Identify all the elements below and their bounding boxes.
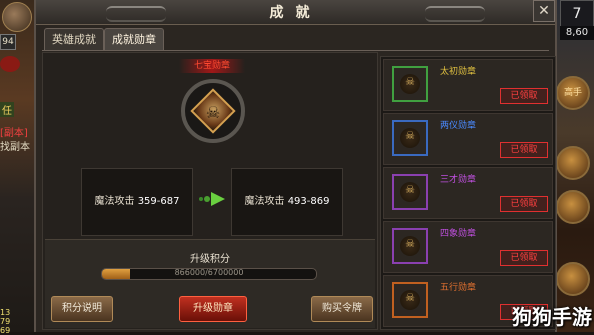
medal-detail: 七宝勋章 ☠ 魔法攻击 359-687 魔法攻击 493-869 升级积分 86… — [42, 52, 378, 330]
medal-status-badge: 已领取 — [500, 88, 548, 104]
skull-icon: ☠ — [405, 291, 415, 304]
achievement-panel: 成就 ✕ 英雄成就 成就勋章 七宝勋章 ☠ 魔法攻击 359-687 魔法攻击 … — [34, 0, 557, 332]
hp-orb-icon — [0, 56, 20, 72]
arrow-right-icon — [199, 192, 225, 206]
medal-status-badge: 已领取 — [500, 196, 548, 212]
current-stat-value: 359-687 — [137, 196, 180, 207]
skull-icon: ☠ — [405, 129, 415, 142]
fire-icon[interactable] — [556, 262, 590, 296]
medal-name: 三才勋章 — [440, 175, 477, 185]
find-copy-label[interactable]: 找副本 — [0, 138, 30, 153]
medal-title: 七宝勋章 — [179, 59, 245, 73]
medal-thumb-icon: ☠ — [392, 120, 428, 156]
watermark: 狗狗手游 — [512, 305, 592, 329]
medal-icon[interactable]: ☠ — [181, 79, 245, 143]
next-stat-value: 493-869 — [287, 196, 330, 207]
next-stat-label: 魔法攻击 — [244, 196, 285, 207]
medal-thumb-icon: ☠ — [392, 66, 428, 102]
upgrade-label: 升级积分 — [190, 254, 230, 265]
medal-name: 两仪勋章 — [440, 121, 477, 131]
skull-icon: ☠ — [405, 75, 415, 88]
tab-divider — [42, 50, 549, 51]
close-button[interactable]: ✕ — [533, 0, 555, 22]
current-stat: 魔法攻击 359-687 — [81, 168, 193, 236]
left-hud-numbers: 13 79 69 — [0, 308, 11, 335]
left-hud: 94 任 [副本] 找副本 13 79 69 — [0, 0, 34, 335]
tab-achievement-medal[interactable]: 成就勋章 — [104, 28, 164, 51]
medal-status-badge: 已领取 — [500, 250, 548, 266]
skull-icon: ☠ — [405, 237, 415, 250]
medal-thumb-icon: ☠ — [392, 228, 428, 264]
master-icon[interactable]: 高手 — [556, 76, 590, 110]
points-explain-button[interactable]: 积分说明 — [51, 296, 113, 322]
copy-label[interactable]: [副本] — [0, 124, 28, 139]
medal-list-item[interactable]: ☠ 太初勋章已领取 — [383, 59, 553, 111]
activity-icon[interactable] — [556, 146, 590, 180]
upgrade-section: 升级积分 866000/6700000 积分说明 升级勋章 购买令牌 — [45, 239, 375, 328]
map-coord: 8,60 — [560, 26, 594, 40]
server-level: 7 — [560, 0, 594, 28]
player-level: 94 — [0, 34, 16, 50]
titlebar: 成就 ✕ — [36, 0, 555, 25]
buy-token-button[interactable]: 购买令牌 — [311, 296, 373, 322]
tab-hero-achievement[interactable]: 英雄成就 — [44, 28, 104, 51]
window-title: 成就 — [269, 5, 322, 21]
medal-list-item[interactable]: ☠ 四象勋章已领取 — [383, 221, 553, 273]
medal-thumb-icon: ☠ — [392, 174, 428, 210]
skill-icon[interactable] — [556, 190, 590, 224]
skull-icon: ☠ — [405, 183, 415, 196]
medal-list-item[interactable]: ☠ 三才勋章已领取 — [383, 167, 553, 219]
skull-icon: ☠ — [205, 103, 221, 122]
medal-thumb-icon: ☠ — [392, 282, 428, 318]
medal-name: 四象勋章 — [440, 229, 477, 239]
progress-text: 866000/6700000 — [174, 268, 244, 277]
task-label[interactable]: 任 — [0, 102, 14, 117]
medal-status-badge: 已领取 — [500, 142, 548, 158]
medal-name: 五行勋章 — [440, 283, 477, 293]
medal-list: ☠ 太初勋章 已领取 ☠ 两仪勋章 已领取 ☠ 三才勋章 已领取 ☠ 四象勋章 已领取 ☠ 五行勋章 已领取 — [380, 56, 556, 330]
medal-list-item[interactable]: ☠ 两仪勋章已领取 — [383, 113, 553, 165]
upgrade-progress-bar: 866000/6700000 — [101, 268, 317, 280]
current-stat-label: 魔法攻击 — [94, 196, 135, 207]
next-stat: 魔法攻击 493-869 — [231, 168, 343, 236]
upgrade-medal-button[interactable]: 升级勋章 — [179, 296, 247, 322]
player-avatar[interactable] — [2, 2, 32, 32]
medal-name: 太初勋章 — [440, 67, 477, 77]
